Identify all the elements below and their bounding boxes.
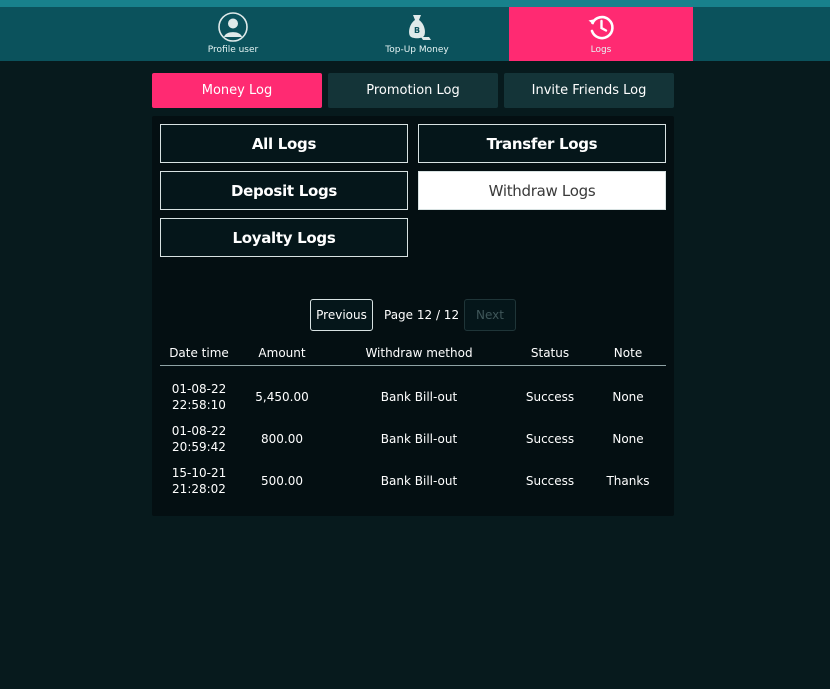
cell-withdraw-method: Bank Bill-out xyxy=(380,390,458,404)
page-indicator: Page 12 / 12 xyxy=(384,308,460,322)
nav-item-top-up-money[interactable]: B Top-Up Money xyxy=(325,7,509,61)
nav-item-profile-user[interactable]: Profile user xyxy=(141,7,325,61)
header-note: Note xyxy=(613,346,643,360)
history-icon xyxy=(585,11,617,43)
transfer-logs-button[interactable]: Transfer Logs xyxy=(418,124,666,163)
cell-date: 15-10-21 xyxy=(171,466,227,480)
header-withdraw-method: Withdraw method xyxy=(365,346,473,360)
nav-label-logs: Logs xyxy=(590,45,612,55)
previous-page-button[interactable]: Previous xyxy=(310,299,373,331)
cell-date: 01-08-22 xyxy=(171,382,227,396)
top-accent-strip xyxy=(0,0,830,7)
withdraw-logs-button[interactable]: Withdraw Logs xyxy=(418,171,666,210)
next-page-button[interactable]: Next xyxy=(464,299,516,331)
cell-date-time: 15-10-21 21:28:02 xyxy=(160,460,238,502)
nav-item-logs[interactable]: Logs xyxy=(509,7,693,61)
cell-amount: 500.00 xyxy=(261,474,303,488)
cell-status: Success xyxy=(525,474,575,488)
loyalty-logs-button[interactable]: Loyalty Logs xyxy=(160,218,408,257)
table-row: 01-08-22 22:58:10 5,450.00 Bank Bill-out… xyxy=(160,376,666,418)
user-icon xyxy=(217,11,249,43)
cell-status: Success xyxy=(525,432,575,446)
cell-time: 22:58:10 xyxy=(172,398,226,412)
table-header: Date time Amount Withdraw method Status … xyxy=(160,344,666,366)
cell-date-time: 01-08-22 20:59:42 xyxy=(160,418,238,460)
cell-note: None xyxy=(612,432,644,446)
table-body: 01-08-22 22:58:10 5,450.00 Bank Bill-out… xyxy=(160,366,666,502)
table-row: 01-08-22 20:59:42 800.00 Bank Bill-out S… xyxy=(160,418,666,460)
header-date-time: Date time xyxy=(169,346,229,360)
tab-promotion-log[interactable]: Promotion Log xyxy=(328,73,498,108)
tab-money-log[interactable]: Money Log xyxy=(152,73,322,108)
nav-label-profile-user: Profile user xyxy=(207,45,259,55)
cell-note: Thanks xyxy=(606,474,650,488)
nav-label-top-up-money: Top-Up Money xyxy=(385,45,449,55)
cell-status: Success xyxy=(525,390,575,404)
cell-time: 20:59:42 xyxy=(172,440,226,454)
cell-note: None xyxy=(612,390,644,404)
cell-withdraw-method: Bank Bill-out xyxy=(380,432,458,446)
cell-date-time: 01-08-22 22:58:10 xyxy=(160,376,238,418)
log-type-tabs: Money Log Promotion Log Invite Friends L… xyxy=(152,73,674,108)
tab-invite-friends-log[interactable]: Invite Friends Log xyxy=(504,73,674,108)
cell-amount: 5,450.00 xyxy=(255,390,309,404)
money-bag-icon: B xyxy=(401,11,433,43)
deposit-logs-button[interactable]: Deposit Logs xyxy=(160,171,408,210)
table-row: 15-10-21 21:28:02 500.00 Bank Bill-out S… xyxy=(160,460,666,502)
cell-withdraw-method: Bank Bill-out xyxy=(380,474,458,488)
cell-date: 01-08-22 xyxy=(171,424,227,438)
all-logs-button[interactable]: All Logs xyxy=(160,124,408,163)
cell-time: 21:28:02 xyxy=(172,482,226,496)
top-navigation-bar: Profile user B Top-Up Money Logs xyxy=(0,7,830,61)
header-status: Status xyxy=(530,346,570,360)
cell-amount: 800.00 xyxy=(261,432,303,446)
svg-text:B: B xyxy=(414,26,420,35)
withdraw-log-table: Date time Amount Withdraw method Status … xyxy=(160,344,666,502)
header-amount: Amount xyxy=(258,346,306,360)
log-content-box: All Logs Transfer Logs Deposit Logs With… xyxy=(152,116,674,516)
